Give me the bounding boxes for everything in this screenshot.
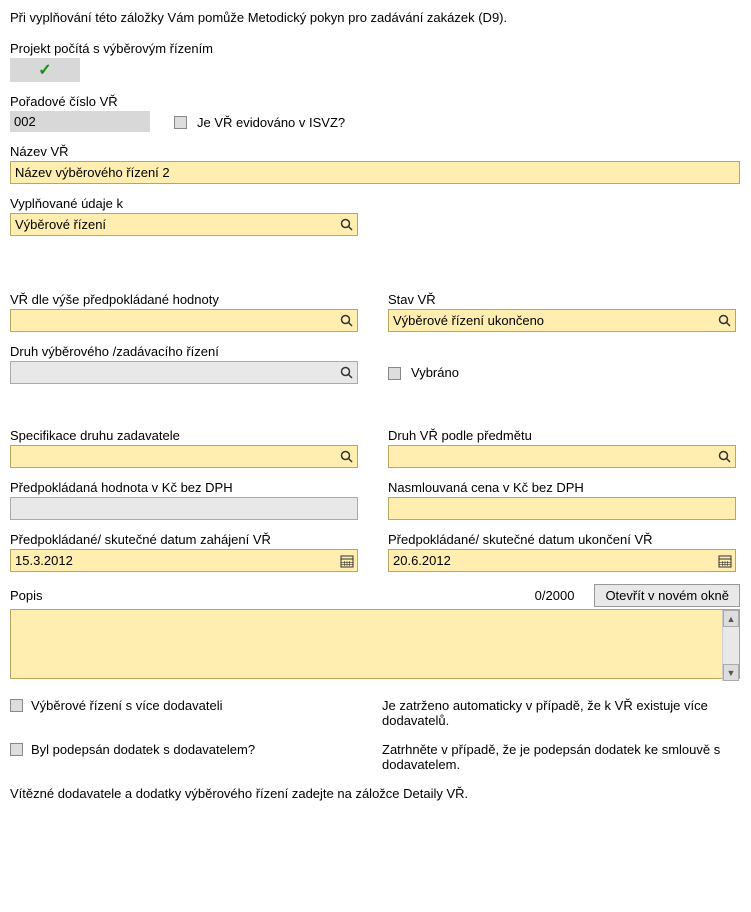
popis-label: Popis [10, 588, 535, 603]
datum-ukonceni-label: Předpokládané/ skutečné datum ukončení V… [388, 532, 736, 547]
vice-dodavatelu-checkbox[interactable] [10, 699, 23, 712]
magnify-icon[interactable] [339, 449, 355, 465]
druh-predmet-label: Druh VŘ podle předmětu [388, 428, 736, 443]
predpokl-hodnota-input[interactable] [10, 497, 358, 520]
stav-input[interactable] [388, 309, 736, 332]
datum-ukonceni-input[interactable] [388, 549, 736, 572]
poradove-value: 002 [10, 111, 150, 132]
nazev-label: Název VŘ [10, 144, 741, 159]
vyplnovane-label: Vyplňované údaje k [10, 196, 741, 211]
datum-zahajeni-label: Předpokládané/ skutečné datum zahájení V… [10, 532, 358, 547]
predpokl-hodnota-label: Předpokládaná hodnota v Kč bez DPH [10, 480, 358, 495]
vr-vyse-input[interactable] [10, 309, 358, 332]
footer-note: Vítězné dodavatele a dodatky výběrového … [10, 786, 741, 801]
checkmark-icon: ✓ [38, 62, 51, 79]
popis-textarea[interactable] [10, 609, 740, 679]
scrollbar[interactable]: ▲ ▼ [722, 610, 739, 681]
open-new-window-button[interactable]: Otevřít v novém okně [594, 584, 740, 607]
scroll-up-icon[interactable]: ▲ [723, 610, 739, 627]
isvz-label: Je VŘ evidováno v ISVZ? [197, 115, 345, 130]
stav-label: Stav VŘ [388, 292, 736, 307]
poradove-label: Pořadové číslo VŘ [10, 94, 150, 109]
vr-vyse-label: VŘ dle výše předpokládané hodnoty [10, 292, 358, 307]
spec-druhu-input[interactable] [10, 445, 358, 468]
magnify-icon[interactable] [717, 313, 733, 329]
popis-counter: 0/2000 [535, 588, 575, 603]
dodatek-checkbox[interactable] [10, 743, 23, 756]
magnify-icon[interactable] [339, 365, 355, 381]
calendar-icon[interactable] [717, 553, 733, 569]
magnify-icon[interactable] [339, 217, 355, 233]
nasmlouvana-label: Nasmlouvaná cena v Kč bez DPH [388, 480, 736, 495]
vice-dodavatelu-label: Výběrové řízení s více dodavateli [31, 698, 223, 713]
dodatek-hint: Zatrhněte v případě, že je podepsán doda… [382, 742, 722, 772]
dodatek-label: Byl podepsán dodatek s dodavatelem? [31, 742, 255, 757]
druh-zadavaciho-label: Druh výběrového /zadávacího řízení [10, 344, 358, 359]
isvz-checkbox[interactable] [174, 116, 187, 129]
calendar-icon[interactable] [339, 553, 355, 569]
scroll-down-icon[interactable]: ▼ [723, 664, 739, 681]
spec-druhu-label: Specifikace druhu zadavatele [10, 428, 358, 443]
projekt-pocita-label: Projekt počítá s výběrovým řízením [10, 41, 741, 56]
druh-predmet-input[interactable] [388, 445, 736, 468]
nasmlouvana-input[interactable] [388, 497, 736, 520]
projekt-pocita-indicator: ✓ [10, 58, 80, 82]
vybrano-checkbox[interactable] [388, 367, 401, 380]
help-text: Při vyplňování této záložky Vám pomůže M… [10, 10, 741, 25]
vice-dodavatelu-hint: Je zatrženo automaticky v případě, že k … [382, 698, 722, 728]
datum-zahajeni-input[interactable] [10, 549, 358, 572]
vyplnovane-input[interactable] [10, 213, 358, 236]
druh-zadavaciho-input[interactable] [10, 361, 358, 384]
nazev-input[interactable] [10, 161, 740, 184]
magnify-icon[interactable] [717, 449, 733, 465]
magnify-icon[interactable] [339, 313, 355, 329]
vybrano-label: Vybráno [411, 365, 459, 380]
